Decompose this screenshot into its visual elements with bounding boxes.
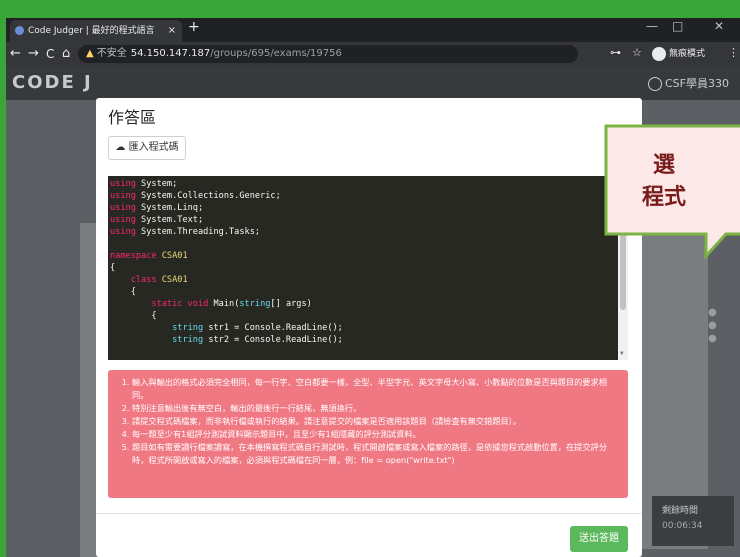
code-token: void: [187, 299, 209, 309]
incognito-icon: [652, 46, 666, 61]
incognito-indicator[interactable]: 無痕模式: [652, 46, 705, 62]
callout-bubble: 選 程式: [604, 124, 740, 260]
code-token: Main(: [208, 299, 240, 309]
code-line: {: [110, 262, 628, 274]
key-icon[interactable]: ⊶: [610, 46, 621, 59]
code-token: {: [110, 287, 136, 297]
code-token: System.Collections.Generic;: [135, 191, 281, 201]
code-line: string str2 = Console.ReadLine();: [110, 334, 628, 346]
code-line: using System.Threading.Tasks;: [110, 226, 628, 238]
maximize-icon[interactable]: □: [672, 19, 683, 33]
code-line: using System.Collections.Generic;: [110, 190, 628, 202]
code-token: static: [110, 299, 183, 309]
rule-item: 輸入與輸出的格式必須完全相同，每一行字、空白都要一樣，全型、半型字元、英文字母大…: [132, 376, 618, 402]
code-line: class CSA01: [110, 274, 628, 286]
favicon-icon: [15, 26, 24, 35]
warning-icon: ▲: [86, 48, 94, 59]
import-code-button[interactable]: ☁ 匯入程式碼: [108, 136, 186, 160]
callout-text-line1: 選: [653, 153, 675, 178]
more-icon[interactable]: ● ● ●: [708, 306, 717, 345]
code-line: using System.Text;: [110, 214, 628, 226]
modal-title: 作答區: [108, 108, 157, 127]
url-path: /groups/695/exams/19756: [210, 48, 342, 59]
code-token: str2 = Console.ReadLine();: [203, 335, 343, 345]
new-tab-button[interactable]: +: [188, 19, 200, 35]
browser-tab[interactable]: Code Judger | 最好的程式語言 ×: [10, 20, 182, 42]
minimize-icon[interactable]: —: [646, 19, 658, 33]
incognito-label: 無痕模式: [669, 49, 706, 59]
code-token: System;: [135, 179, 178, 189]
code-line: {: [110, 286, 628, 298]
code-token: using: [110, 191, 136, 201]
code-line: string str1 = Console.ReadLine();: [110, 322, 628, 334]
menu-icon[interactable]: ⋮: [728, 46, 739, 59]
site-header: CODE J CSF學員330: [6, 66, 740, 100]
home-icon[interactable]: ⌂: [62, 46, 70, 62]
code-token: using: [110, 215, 136, 225]
code-line: {: [110, 310, 628, 322]
github-icon: [648, 77, 662, 91]
code-token: CSA01: [156, 275, 188, 285]
timer-label: 剩餘時間: [662, 506, 699, 516]
address-bar[interactable]: ▲ 不安全 54.150.147.187/groups/695/exams/1975…: [78, 45, 578, 63]
rule-item: 題目如有需要讀行檔案讀寫，在本機撰寫程式碼自行測試時，程式開啟檔案或寫入檔案的路…: [132, 441, 618, 467]
tab-close-icon[interactable]: ×: [168, 20, 176, 42]
submit-answer-button[interactable]: 送出答題: [570, 526, 628, 552]
url-host: 54.150.147.187: [130, 48, 211, 59]
tab-title: Code Judger | 最好的程式語言: [28, 26, 155, 36]
reload-icon[interactable]: C: [46, 46, 54, 62]
forward-icon[interactable]: →: [28, 46, 39, 62]
rules-list: 輸入與輸出的格式必須完全相同，每一行字、空白都要一樣，全型、半型字元、英文字母大…: [118, 376, 618, 467]
code-token: System.Threading.Tasks;: [135, 227, 261, 237]
code-token: [] args): [270, 299, 312, 309]
rule-item: 特別注意輸出後有無空白，輸出的最後行一行結尾，無須換行。: [132, 402, 618, 415]
scroll-down-icon[interactable]: ▼: [620, 348, 624, 360]
code-line: using System;: [110, 178, 628, 190]
site-logo[interactable]: CODE J: [12, 72, 93, 93]
page-backdrop: CODE J CSF學員330 ● ● ● 剩餘時間 00:06:34 作答區 ☁ …: [6, 66, 740, 557]
screen: Code Judger | 最好的程式語言 × + — □ ✕ ← → C ⌂ …: [6, 18, 740, 557]
import-code-label: 匯入程式碼: [128, 142, 179, 153]
answer-modal: 作答區 ☁ 匯入程式碼 using System; using System.Co…: [96, 98, 642, 557]
code-token: using: [110, 203, 136, 213]
rule-item: 每一題至少有1組評分測試資料顯示題目中，且至少有1組隱藏的評分測試資料。: [132, 428, 618, 441]
code-token: System.Linq;: [135, 203, 204, 213]
user-menu[interactable]: CSF學員330: [648, 75, 729, 91]
rule-item: 請提交程式碼檔案，而非執行檔或執行的結果。請注意提交的檔案是否適用該題目（請檢查…: [132, 415, 618, 428]
code-token: str1 = Console.ReadLine();: [203, 323, 343, 333]
code-line: static void Main(string[] args): [110, 298, 628, 310]
code-token: using: [110, 179, 136, 189]
security-label: 不安全: [96, 48, 127, 59]
code-token: CSA01: [156, 251, 188, 261]
code-token: string: [172, 323, 204, 333]
code-token: {: [110, 311, 157, 321]
callout-text-line2: 程式: [642, 185, 686, 210]
footer-divider: [96, 513, 642, 514]
timer-value: 00:06:34: [662, 521, 703, 531]
browser-toolbar: ← → C ⌂ ▲ 不安全 54.150.147.187/groups/695/ex…: [6, 42, 740, 66]
code-line: using System.Linq;: [110, 202, 628, 214]
rules-notice: 輸入與輸出的格式必須完全相同，每一行字、空白都要一樣，全型、半型字元、英文字母大…: [108, 370, 628, 498]
code-token: using: [110, 227, 136, 237]
code-token: string: [239, 299, 271, 309]
code-token: System.Text;: [135, 215, 204, 225]
code-token: namespace: [110, 251, 157, 261]
upload-icon: ☁: [115, 142, 126, 153]
close-window-icon[interactable]: ✕: [714, 19, 724, 33]
user-name: CSF學員330: [665, 77, 729, 90]
code-editor[interactable]: using System; using System.Collections.Ge…: [108, 176, 628, 360]
code-token: class: [110, 275, 157, 285]
star-icon[interactable]: ☆: [632, 46, 642, 59]
code-line: namespace CSA01: [110, 250, 628, 262]
code-token: {: [110, 263, 116, 273]
back-icon[interactable]: ←: [10, 46, 21, 62]
browser-tab-bar: Code Judger | 最好的程式語言 × + — □ ✕: [6, 18, 740, 42]
timer-panel: 剩餘時間 00:06:34: [652, 496, 734, 546]
code-token: string: [172, 335, 204, 345]
